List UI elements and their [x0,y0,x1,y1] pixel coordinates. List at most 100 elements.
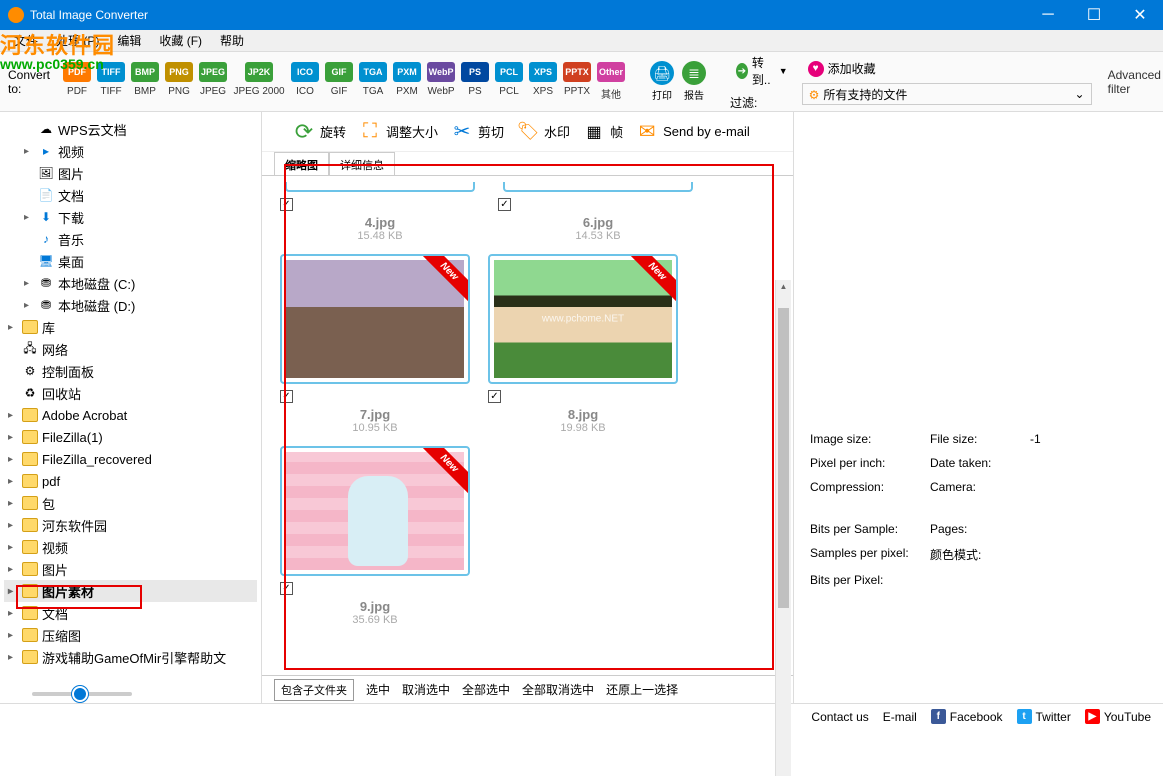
thumbnail-checkbox[interactable]: ✓ [488,390,501,403]
info-spp: Samples per pixel: [810,546,930,563]
add-favorite-button[interactable]: ♥ 添加收藏 [802,58,1092,79]
thumbnail-checkbox[interactable]: ✓ [280,390,293,403]
crop-button[interactable]: ✂剪切 [450,120,504,144]
format-jpeg[interactable]: JPEGJPEG [198,62,228,101]
tree-item[interactable]: ▸图片素材 [4,580,257,602]
watermark-button[interactable]: 🏷水印 [516,120,570,144]
tree-item[interactable]: ▸包 [4,492,257,514]
format-ps[interactable]: PSPS [460,62,490,101]
format-tga[interactable]: TGATGA [358,62,388,101]
new-badge [420,254,470,304]
tree-item[interactable]: ▸视频 [4,536,257,558]
format-badge-icon: PPTX [563,62,591,82]
menu-help[interactable]: 帮助 [214,30,250,51]
tree-item[interactable]: ▸⛃本地磁盘 (C:) [4,272,257,294]
print-button[interactable]: 🖨 打印 [650,61,674,102]
selection-action[interactable]: 选中 [366,681,390,698]
thumbnail-checkbox[interactable]: ✓ [280,582,293,595]
rotate-button[interactable]: ⟳旋转 [292,120,346,144]
info-image-size: Image size: [810,432,930,446]
format-pdf[interactable]: PDFPDF [62,62,92,101]
app-logo-icon [8,7,24,23]
send-email-button[interactable]: ✉Send by e-mail [635,120,750,144]
convert-to-label: Convert to: [8,68,50,96]
filter-select[interactable]: ⚙所有支持的文件 ⌄ [802,83,1092,105]
frame-button[interactable]: ▦帧 [582,120,623,144]
tree-item[interactable]: ▸▸视频 [4,140,257,162]
twitter-link[interactable]: tTwitter [1017,709,1071,724]
window-title: Total Image Converter [30,8,1025,22]
thumbnail-item[interactable]: ✓ 6.jpg 14.53 KB [498,182,698,242]
selection-action[interactable]: 全部取消选中 [522,681,594,698]
menu-file[interactable]: 文件 [8,30,44,51]
tree-item[interactable]: ▸⛃本地磁盘 (D:) [4,294,257,316]
tree-item[interactable]: ▸Adobe Acrobat [4,404,257,426]
format-pptx[interactable]: PPTXPPTX [562,62,592,101]
thumbnail-item[interactable]: ✓ 4.jpg 15.48 KB [280,182,480,242]
selection-action[interactable]: 取消选中 [402,681,450,698]
youtube-link[interactable]: ▶YouTube [1085,709,1151,724]
resize-button[interactable]: ⛶调整大小 [358,120,438,144]
minimize-button[interactable]: ─ [1025,0,1071,30]
email-link[interactable]: E-mail [883,710,917,724]
menu-favorites[interactable]: 收藏 (F) [153,30,208,51]
tree-item[interactable]: ▸FileZilla(1) [4,426,257,448]
tree-item[interactable]: ▸FileZilla_recovered [4,448,257,470]
selection-action[interactable]: 包含子文件夹 [274,679,354,701]
tree-item[interactable]: 🖧网络 [4,338,257,360]
tree-item[interactable]: 🖼图片 [4,162,257,184]
tab-details[interactable]: 详细信息 [329,152,395,175]
tree-item[interactable]: ▸游戏辅助GameOfMir引擎帮助文 [4,646,257,668]
printer-icon: 🖨 [650,61,674,85]
tree-item[interactable]: ▸图片 [4,558,257,580]
format-bmp[interactable]: BMPBMP [130,62,160,101]
thumbnail-item[interactable]: ✓ 9.jpg 35.69 KB [280,446,470,626]
format-gif[interactable]: GIFGIF [324,62,354,101]
format-ico[interactable]: ICOICO [290,62,320,101]
menu-process[interactable]: 处理 (P) [50,30,105,51]
folder-tree[interactable]: ☁WPS云文档▸▸视频🖼图片📄文档▸⬇下载♪音乐🖥桌面▸⛃本地磁盘 (C:)▸⛃… [0,112,262,703]
thumbnail-item[interactable]: ✓ 7.jpg 10.95 KB [280,254,470,434]
tree-item[interactable]: ▸文档 [4,602,257,624]
tree-item[interactable]: ☁WPS云文档 [4,118,257,140]
format-pcl[interactable]: PCLPCL [494,62,524,101]
format-webp[interactable]: WebPWebP [426,62,456,101]
menu-edit[interactable]: 编辑 [111,30,147,51]
selection-action[interactable]: 还原上一选择 [606,681,678,698]
format-xps[interactable]: XPSXPS [528,62,558,101]
tree-item[interactable]: ▸⬇下载 [4,206,257,228]
tree-item[interactable]: ♻回收站 [4,382,257,404]
tree-item[interactable]: ▸压缩图 [4,624,257,646]
report-button[interactable]: ≣ 报告 [682,61,706,102]
tree-item[interactable]: ⚙控制面板 [4,360,257,382]
vertical-scrollbar[interactable]: ▲ [775,280,791,776]
facebook-link[interactable]: fFacebook [931,709,1003,724]
contact-link[interactable]: Contact us [811,710,868,724]
heart-icon: ♥ [808,61,824,77]
tab-thumbnails[interactable]: 缩略图 [274,152,329,175]
close-button[interactable]: ✕ [1117,0,1163,30]
format-pxm[interactable]: PXMPXM [392,62,422,101]
report-icon: ≣ [682,61,706,85]
goto-button[interactable]: ➔ 转到..▼ [730,52,794,90]
info-camera: Camera: [930,480,1030,494]
format-jp2k[interactable]: JP2KJPEG 2000 [232,62,286,101]
format-png[interactable]: PNGPNG [164,62,194,101]
selection-action[interactable]: 全部选中 [462,681,510,698]
tree-item[interactable]: ▸库 [4,316,257,338]
zoom-slider[interactable] [32,692,132,696]
format-badge-icon: JPEG [199,62,227,82]
thumbnail-item[interactable]: ✓ 8.jpg 19.98 KB [488,254,678,434]
tree-item[interactable]: 📄文档 [4,184,257,206]
maximize-button[interactable]: ☐ [1071,0,1117,30]
format-tiff[interactable]: TIFFTIFF [96,62,126,101]
tree-item[interactable]: ▸pdf [4,470,257,492]
format-other[interactable]: Other其他 [596,62,626,101]
thumbnail-checkbox[interactable]: ✓ [280,198,293,211]
tree-item[interactable]: ♪音乐 [4,228,257,250]
thumbnail-checkbox[interactable]: ✓ [498,198,511,211]
folder-icon [22,518,38,532]
tree-item[interactable]: ▸河东软件园 [4,514,257,536]
advanced-filter-link[interactable]: Advanced filter [1108,68,1161,96]
tree-item[interactable]: 🖥桌面 [4,250,257,272]
